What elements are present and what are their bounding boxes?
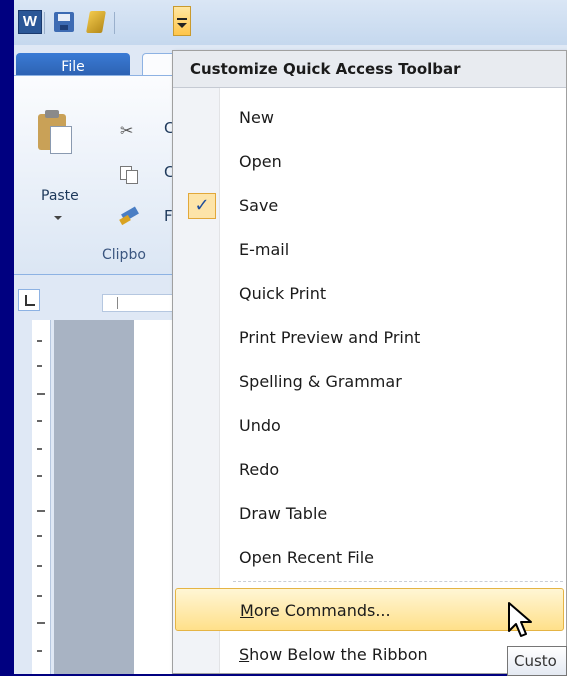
word-icon[interactable]: W (18, 10, 42, 34)
toolbar-separator (44, 12, 45, 34)
menu-item-label: New (239, 108, 274, 127)
menu-item-print-preview[interactable]: Print Preview and Print (173, 316, 566, 359)
paste-button[interactable]: Paste (41, 188, 79, 204)
menu-item-more-commands[interactable]: More Commands... (175, 588, 564, 631)
menu-item-label: Undo (239, 416, 281, 435)
document-background (54, 320, 134, 674)
menu-item-quick-print[interactable]: Quick Print (173, 272, 566, 315)
clipboard-group-label: Clipbo (102, 247, 146, 263)
menu-item-save[interactable]: ✓ Save (173, 184, 566, 227)
menu-item-label: Open Recent File (239, 548, 374, 567)
menu-item-label: Print Preview and Print (239, 328, 421, 347)
menu-item-new[interactable]: New (173, 96, 566, 139)
toolbar-separator (114, 12, 115, 34)
menu-item-email[interactable]: E-mail (173, 228, 566, 271)
menu-item-label: Save (239, 196, 279, 215)
word-window: W File Paste ✂ C C F Clipbo Customize Qu… (14, 0, 567, 674)
menu-item-spelling[interactable]: Spelling & Grammar (173, 360, 566, 403)
menu-item-label: Draw Table (239, 504, 328, 523)
customize-qat-menu: Customize Quick Access Toolbar New Open … (172, 50, 567, 674)
menu-item-open-recent[interactable]: Open Recent File (173, 536, 566, 579)
scissors-icon[interactable]: ✂ (120, 121, 138, 140)
format-painter-icon[interactable] (119, 206, 139, 226)
menu-item-label: Show Below the Ribbon (239, 645, 428, 664)
mouse-cursor-icon (508, 602, 532, 637)
tab-selector[interactable] (18, 289, 40, 311)
menu-item-draw-table[interactable]: Draw Table (173, 492, 566, 535)
menu-item-label: E-mail (239, 240, 290, 259)
tooltip: Custo (507, 646, 567, 676)
save-icon[interactable] (52, 8, 76, 34)
menu-separator (233, 581, 563, 582)
menu-item-redo[interactable]: Redo (173, 448, 566, 491)
menu-item-undo[interactable]: Undo (173, 404, 566, 447)
vertical-ruler[interactable] (32, 320, 51, 674)
menu-item-label: More Commands... (240, 601, 391, 620)
customize-qat-button[interactable] (173, 6, 191, 36)
menu-item-label: Redo (239, 460, 280, 479)
menu-item-open[interactable]: Open (173, 140, 566, 183)
menu-header: Customize Quick Access Toolbar (173, 51, 566, 88)
menu-item-label: Quick Print (239, 284, 327, 303)
copy-icon[interactable] (120, 166, 138, 184)
undo-icon[interactable] (84, 8, 108, 34)
paste-icon[interactable] (36, 110, 72, 154)
quick-access-toolbar: W (14, 0, 567, 45)
menu-item-label: Spelling & Grammar (239, 372, 402, 391)
chevron-down-icon[interactable] (54, 216, 62, 220)
checkmark-icon: ✓ (188, 193, 216, 219)
menu-item-label: Open (239, 152, 282, 171)
